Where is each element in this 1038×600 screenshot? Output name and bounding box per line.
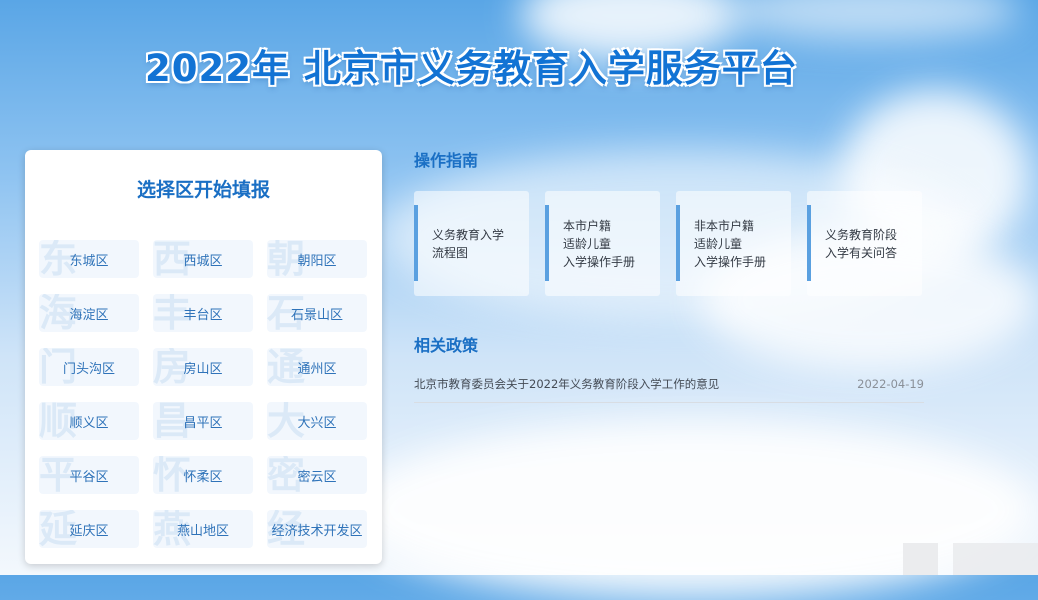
guide-card-accent-bar	[807, 205, 811, 281]
district-button-tongzhou[interactable]: 通通州区	[267, 348, 367, 386]
guide-card-list: 义务教育入学 流程图 本市户籍 适龄儿童 入学操作手册 非本市户籍 适龄儿童 入…	[414, 191, 924, 296]
district-label: 燕山地区	[176, 523, 229, 539]
district-label: 石景山区	[290, 307, 343, 323]
district-button-mentougou[interactable]: 门门头沟区	[39, 348, 139, 386]
guide-card-local-hukou-manual[interactable]: 本市户籍 适龄儿童 入学操作手册	[545, 191, 660, 296]
pixelated-overlay	[903, 543, 938, 575]
district-label: 通州区	[297, 361, 337, 377]
district-label: 海淀区	[69, 307, 109, 323]
district-panel: 选择区开始填报 东东城区 西西城区 朝朝阳区 海海淀区 丰丰台区 石石景山区 门…	[25, 150, 382, 564]
guide-card-accent-bar	[414, 205, 418, 281]
district-panel-title: 选择区开始填报	[136, 179, 270, 201]
guide-card-accent-bar	[676, 205, 680, 281]
district-button-dongcheng[interactable]: 东东城区	[39, 240, 139, 278]
district-button-daxing[interactable]: 大大兴区	[267, 402, 367, 440]
guide-card-accent-bar	[545, 205, 549, 281]
district-button-economic-development-zone[interactable]: 经经济技术开发区	[267, 510, 367, 548]
district-label: 门头沟区	[62, 361, 115, 377]
guide-card-faq[interactable]: 义务教育阶段 入学有关问答	[807, 191, 922, 296]
district-button-huairou[interactable]: 怀怀柔区	[153, 456, 253, 494]
district-button-fangshan[interactable]: 房房山区	[153, 348, 253, 386]
district-label: 朝阳区	[297, 253, 337, 269]
district-label: 顺义区	[69, 415, 109, 431]
guide-card-enrollment-flowchart[interactable]: 义务教育入学 流程图	[414, 191, 529, 296]
policy-section-title: 相关政策	[414, 336, 479, 355]
district-button-yanqing[interactable]: 延延庆区	[39, 510, 139, 548]
guide-card-label: 本市户籍 适龄儿童 入学操作手册	[563, 218, 636, 269]
district-button-fengtai[interactable]: 丰丰台区	[153, 294, 253, 332]
district-label: 东城区	[69, 253, 109, 269]
policy-date: 2022-04-19	[857, 377, 924, 391]
district-label: 昌平区	[183, 415, 223, 431]
guide-card-nonlocal-hukou-manual[interactable]: 非本市户籍 适龄儿童 入学操作手册	[676, 191, 791, 296]
district-button-changping[interactable]: 昌昌平区	[153, 402, 253, 440]
district-label: 丰台区	[183, 307, 223, 323]
district-grid: 东东城区 西西城区 朝朝阳区 海海淀区 丰丰台区 石石景山区 门门头沟区 房房山…	[39, 240, 367, 548]
district-label: 经济技术开发区	[271, 523, 363, 539]
district-label: 延庆区	[69, 523, 109, 539]
district-label: 密云区	[297, 469, 337, 485]
district-label: 平谷区	[69, 469, 109, 485]
district-button-yanshan[interactable]: 燕燕山地区	[153, 510, 253, 548]
guide-section-title: 操作指南	[414, 151, 479, 170]
district-button-chaoyang[interactable]: 朝朝阳区	[267, 240, 367, 278]
guide-card-label: 义务教育入学 流程图	[432, 227, 505, 260]
district-label: 房山区	[183, 361, 223, 377]
district-button-miyun[interactable]: 密密云区	[267, 456, 367, 494]
policy-list-item: 北京市教育委员会关于2022年义务教育阶段入学工作的意见 2022-04-19	[414, 366, 924, 403]
policy-link[interactable]: 北京市教育委员会关于2022年义务教育阶段入学工作的意见	[414, 376, 719, 392]
cloud-decoration	[720, 0, 1020, 40]
page-title: 2022年 北京市义务教育入学服务平台	[145, 47, 798, 90]
district-button-pinggu[interactable]: 平平谷区	[39, 456, 139, 494]
guide-card-label: 义务教育阶段 入学有关问答	[825, 227, 898, 260]
guide-card-label: 非本市户籍 适龄儿童 入学操作手册	[694, 218, 767, 269]
district-button-shijingshan[interactable]: 石石景山区	[267, 294, 367, 332]
pixelated-overlay	[953, 543, 1038, 575]
district-button-xicheng[interactable]: 西西城区	[153, 240, 253, 278]
district-label: 怀柔区	[183, 469, 223, 485]
district-button-shunyi[interactable]: 顺顺义区	[39, 402, 139, 440]
district-label: 西城区	[183, 253, 223, 269]
district-button-haidian[interactable]: 海海淀区	[39, 294, 139, 332]
district-label: 大兴区	[297, 415, 337, 431]
